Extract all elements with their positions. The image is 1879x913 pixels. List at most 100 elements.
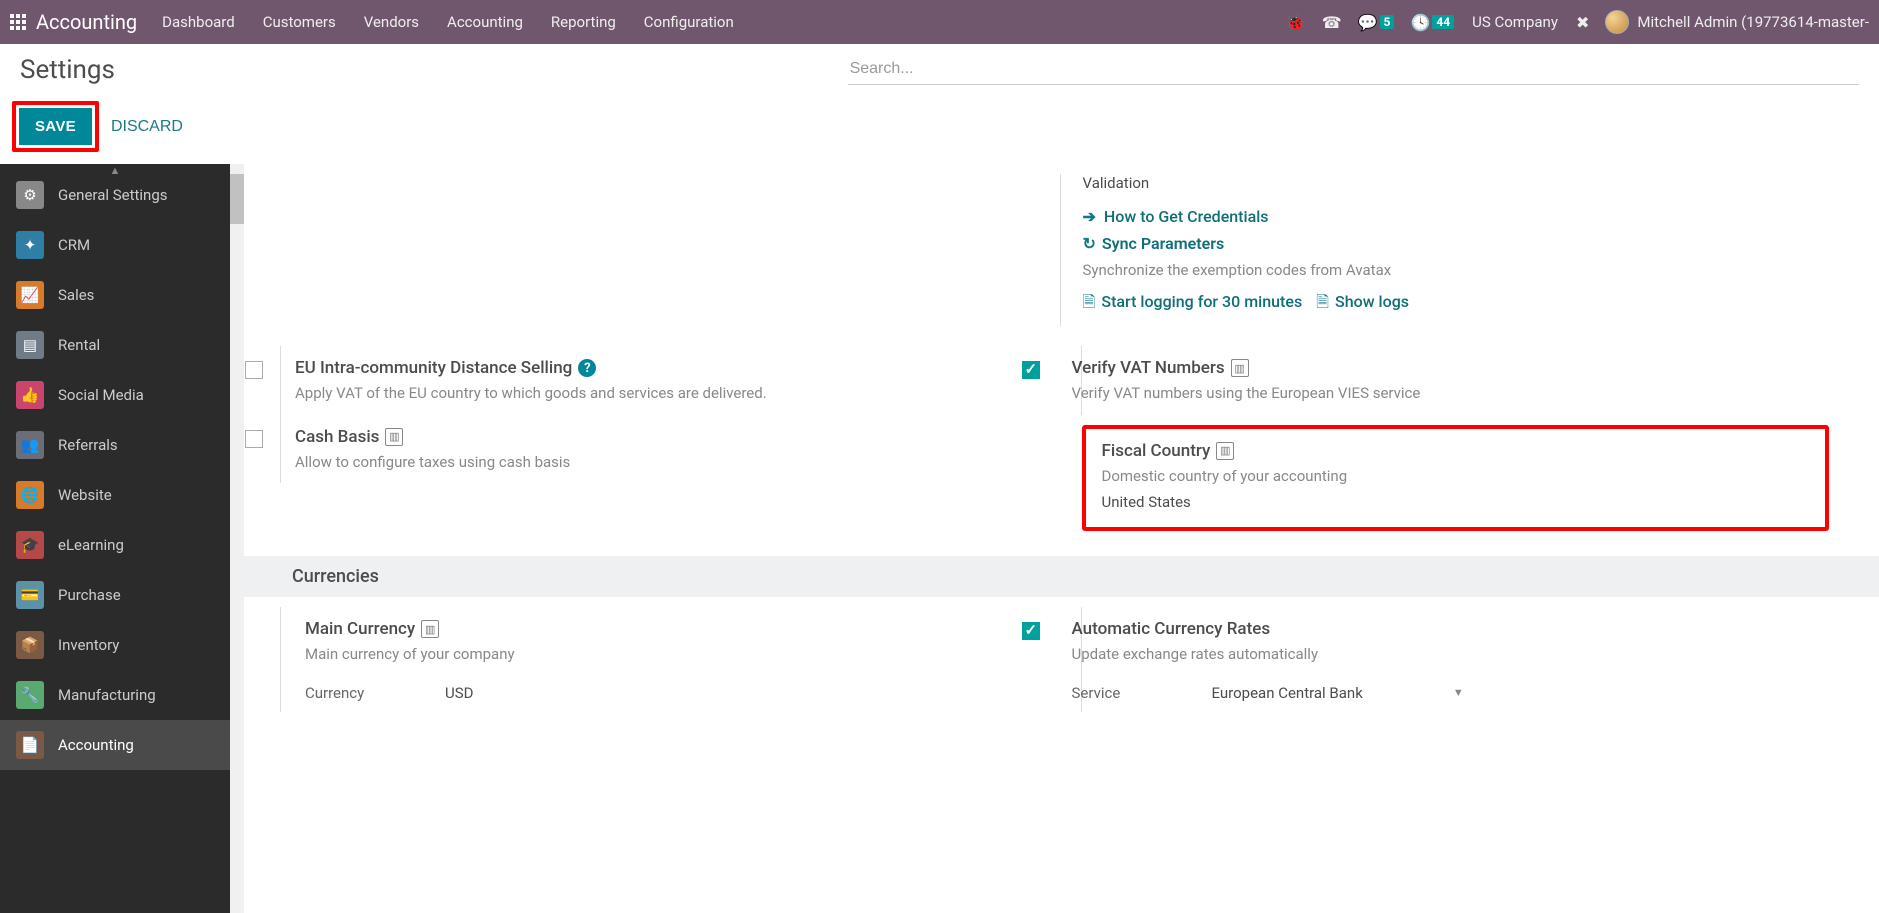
sidebar-icon: 📈 [16,281,44,309]
page-toolbar: Settings [0,44,1879,95]
sidebar-item-manufacturing[interactable]: 🔧Manufacturing [0,670,230,720]
fiscal-country-value[interactable]: United States [1102,493,1810,511]
action-row: SAVE DISCARD [0,95,1879,164]
sidebar-icon: 🌐 [16,481,44,509]
sidebar-item-label: General Settings [58,186,168,204]
sidebar-item-website[interactable]: 🌐Website [0,470,230,520]
sidebar-icon: 📦 [16,631,44,659]
sidebar-item-accounting[interactable]: 📄Accounting [0,720,230,770]
arrow-right-icon: ➔ [1083,207,1096,226]
cash-basis-title: Cash Basis [295,427,379,447]
support-icon[interactable]: ☎ [1322,13,1342,32]
bug-icon[interactable]: 🐞 [1286,13,1306,32]
sidebar-icon: 👥 [16,431,44,459]
tools-icon[interactable]: ✖ [1576,13,1589,32]
eu-distance-title: EU Intra-community Distance Selling [295,358,572,378]
help-icon[interactable]: ? [578,359,596,377]
sidebar-item-sales[interactable]: 📈 Sales [0,270,230,320]
search-input[interactable] [848,54,1859,85]
cash-basis-checkbox[interactable] [245,430,263,448]
cash-basis-desc: Allow to configure taxes using cash basi… [295,451,570,474]
settings-sidebar: ▲ ⚙ General Settings ✦ CRM 📈 Sales ▤ Rental 👍 Soc… [0,164,230,913]
start-logging-link[interactable]: 🗎Start logging for 30 minutes [1083,291,1303,318]
sidebar-item-social-media[interactable]: 👍 Social Media [0,370,230,420]
section-currencies: Currencies [244,556,1879,597]
sidebar-icon: 🎓 [16,531,44,559]
eu-distance-desc: Apply VAT of the EU country to which goo… [295,382,767,405]
sidebar-item-elearning[interactable]: 🎓eLearning [0,520,230,570]
sidebar-icon: ⚙ [16,181,44,209]
building-icon: ▥ [1231,359,1249,377]
building-icon: ▥ [1216,442,1234,460]
settings-content: Validation ➔ How to Get Credentials ↻ Sy… [244,164,1879,913]
sidebar-icon: ✦ [16,231,44,259]
top-navbar: Accounting Dashboard Customers Vendors A… [0,0,1879,44]
highlight-save: SAVE [12,101,99,152]
show-logs-link[interactable]: 🗎Show logs [1316,291,1409,318]
currency-field[interactable]: Currency USD [305,684,1042,702]
nav-dashboard[interactable]: Dashboard [162,13,235,31]
page-title: Settings [20,55,115,85]
auto-rates-title: Automatic Currency Rates [1072,619,1271,639]
main-currency-desc: Main currency of your company [305,643,1042,666]
nav-vendors[interactable]: Vendors [364,13,419,31]
chevron-down-icon: ▼ [1453,686,1464,699]
user-menu[interactable]: Mitchell Admin (19773614-master- [1605,10,1869,34]
chat-badge: 5 [1380,15,1395,29]
sidebar-icon: ▤ [16,331,44,359]
apps-icon[interactable] [10,14,26,30]
document-icon: 🗎 [1083,292,1096,311]
sidebar-item-referrals[interactable]: 👥 Referrals [0,420,230,470]
auto-rates-checkbox[interactable] [1022,622,1040,640]
auto-rates-desc: Update exchange rates automatically [1072,643,1830,666]
fiscal-country-title: Fiscal Country [1102,441,1211,461]
clock-badge: 44 [1432,15,1454,29]
nav-configuration[interactable]: Configuration [644,13,734,31]
sidebar-icon: 🔧 [16,681,44,709]
content-scrollbar-track [230,164,244,913]
refresh-icon: ↻ [1083,234,1096,253]
sidebar-icon: 💳 [16,581,44,609]
sync-parameters-link[interactable]: ↻ Sync Parameters [1083,234,1830,253]
clock-icon[interactable]: 🕓44 [1410,13,1454,32]
verify-vat-desc: Verify VAT numbers using the European VI… [1072,382,1421,405]
highlight-fiscal-country: Fiscal Country ▥ Domestic country of you… [1082,425,1830,532]
validation-label: Validation [1083,174,1830,192]
verify-vat-checkbox[interactable] [1022,361,1040,379]
sidebar-item-label: Rental [58,336,100,354]
sidebar-item-label: Referrals [58,436,118,454]
how-to-credentials-link[interactable]: ➔ How to Get Credentials [1083,207,1830,226]
sidebar-item-purchase[interactable]: 💳 Purchase [0,570,230,620]
app-brand[interactable]: Accounting [36,10,137,34]
sidebar-item-label: Social Media [58,386,144,404]
discard-button[interactable]: DISCARD [99,108,195,146]
user-name: Mitchell Admin (19773614-master- [1637,13,1869,31]
building-icon: ▥ [421,620,439,638]
nav-customers[interactable]: Customers [263,13,336,31]
sidebar-scroll-up[interactable]: ▲ [0,164,230,178]
sync-desc: Synchronize the exemption codes from Ava… [1083,261,1830,279]
service-field[interactable]: Service European Central Bank ▼ [1072,684,1830,702]
nav-reporting[interactable]: Reporting [551,13,616,31]
sidebar-item-rental[interactable]: ▤ Rental [0,320,230,370]
sidebar-icon: 📄 [16,731,44,759]
main-currency-title: Main Currency [305,619,415,639]
sidebar-item-label: Purchase [58,586,121,604]
sidebar-item-crm[interactable]: ✦ CRM [0,220,230,270]
content-scrollbar-thumb[interactable] [230,174,244,224]
building-icon: ▥ [385,428,403,446]
sidebar-item-label: Sales [58,286,94,304]
nav-accounting[interactable]: Accounting [447,13,523,31]
sidebar-item-label: Inventory [58,636,119,654]
save-button[interactable]: SAVE [19,108,92,145]
sidebar-item-inventory[interactable]: 📦 Inventory [0,620,230,670]
avatar [1605,10,1629,34]
fiscal-country-desc: Domestic country of your accounting [1102,465,1810,488]
company-selector[interactable]: US Company [1472,13,1558,31]
document-icon: 🗎 [1316,292,1329,311]
sidebar-item-label: CRM [58,236,90,254]
chat-icon[interactable]: 💬5 [1358,13,1395,32]
verify-vat-title: Verify VAT Numbers [1072,358,1225,378]
sidebar-icon: 👍 [16,381,44,409]
eu-distance-checkbox[interactable] [245,361,263,379]
